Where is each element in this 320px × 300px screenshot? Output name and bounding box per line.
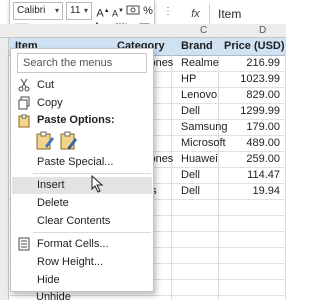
menu-item-hide[interactable]: Hide [12, 272, 152, 289]
menu-item-copy[interactable]: Copy [12, 95, 152, 112]
decrease-font-icon[interactable]: A▼ [111, 4, 125, 19]
menu-item-label: Paste Special... [37, 156, 114, 168]
menu-item-label: Unhide [36, 291, 71, 300]
column-letter-d[interactable]: D [259, 25, 266, 36]
menu-item-label: Format Cells... [37, 238, 109, 250]
menu-item-label: Copy [37, 97, 63, 109]
formula-bar[interactable]: Item [218, 4, 241, 24]
format-cells-icon [17, 237, 31, 251]
brand-cell[interactable]: Microsoft [181, 136, 226, 151]
brand-cell[interactable]: Dell [181, 104, 200, 119]
brand-cell[interactable]: HP [181, 72, 196, 87]
insert-function-button[interactable]: fx [182, 4, 210, 24]
mouse-pointer-icon [91, 175, 104, 193]
brand-cell[interactable]: Realme [181, 56, 219, 71]
menu-item-label: Clear Contents [37, 215, 111, 227]
paste-options-label: Paste Options: [37, 114, 115, 126]
paste-values-icon[interactable] [59, 131, 79, 151]
price-cell[interactable]: 1299.99 [220, 104, 280, 119]
more-options-icon[interactable]: ⋮ [161, 5, 175, 19]
price-cell[interactable]: 489.00 [220, 136, 280, 151]
menu-item-label: Hide [37, 274, 60, 286]
price-cell[interactable]: 179.00 [220, 120, 280, 135]
font-name-select[interactable]: Calibri ▾ [13, 2, 63, 20]
increase-font-icon[interactable]: A▲ [96, 4, 110, 20]
column-divider [285, 38, 286, 300]
menu-separator [33, 232, 151, 233]
menu-item-cut[interactable]: Cut [12, 77, 152, 94]
chevron-down-icon: ▾ [54, 6, 59, 15]
column-letter-c[interactable]: C [200, 25, 207, 36]
context-menu: Search the menus Cut Copy Paste Options:… [10, 48, 154, 292]
chevron-down-icon: ▾ [83, 6, 88, 15]
menu-item-delete[interactable]: Delete [12, 195, 152, 212]
menu-search-placeholder: Search the menus [23, 57, 113, 69]
font-size-select[interactable]: 11 ▾ [66, 2, 92, 20]
column-divider [171, 38, 172, 300]
menu-separator [33, 173, 151, 174]
paste-options-header: Paste Options: [12, 113, 152, 130]
currency-format-icon[interactable] [126, 3, 140, 17]
price-cell[interactable]: 829.00 [220, 88, 280, 103]
brand-cell[interactable]: Lenovo [181, 88, 217, 103]
menu-item-format-cells[interactable]: Format Cells... [12, 236, 152, 253]
percent-style-button[interactable]: % [141, 4, 155, 18]
font-size-value: 11 [70, 5, 81, 16]
menu-item-row-height[interactable]: Row Height... [12, 254, 152, 271]
price-cell[interactable]: 259.00 [220, 152, 280, 167]
header-brand[interactable]: Brand [181, 40, 213, 52]
menu-search-input[interactable]: Search the menus [17, 53, 147, 73]
menu-item-label: Insert [37, 179, 65, 191]
column-header-strip: C D [0, 24, 286, 38]
copy-icon [17, 96, 31, 110]
menu-item-label: Row Height... [37, 256, 104, 268]
menu-item-paste-special[interactable]: Paste Special... [12, 154, 152, 171]
menu-item-clear-contents[interactable]: Clear Contents [12, 213, 152, 230]
price-cell[interactable]: 114.47 [220, 168, 280, 183]
menu-item-label: Delete [37, 197, 69, 209]
menu-item-label: Cut [37, 79, 55, 91]
menu-item-unhide[interactable]: Unhide [11, 289, 151, 300]
font-name-value: Calibri [17, 5, 46, 16]
brand-cell[interactable]: Dell [181, 184, 200, 199]
menu-item-insert[interactable]: Insert [12, 177, 152, 194]
column-divider [218, 38, 219, 300]
price-cell[interactable]: 19.94 [220, 184, 280, 199]
clipboard-icon [17, 114, 31, 128]
paste-icon[interactable] [35, 131, 55, 151]
header-price[interactable]: Price (USD) [224, 40, 285, 52]
scissors-icon [17, 78, 31, 92]
brand-cell[interactable]: Dell [181, 168, 200, 183]
brand-cell[interactable]: Huawei [181, 152, 218, 167]
price-cell[interactable]: 216.99 [220, 56, 280, 71]
price-cell[interactable]: 1023.99 [220, 72, 280, 87]
row-header-strip [0, 38, 9, 300]
